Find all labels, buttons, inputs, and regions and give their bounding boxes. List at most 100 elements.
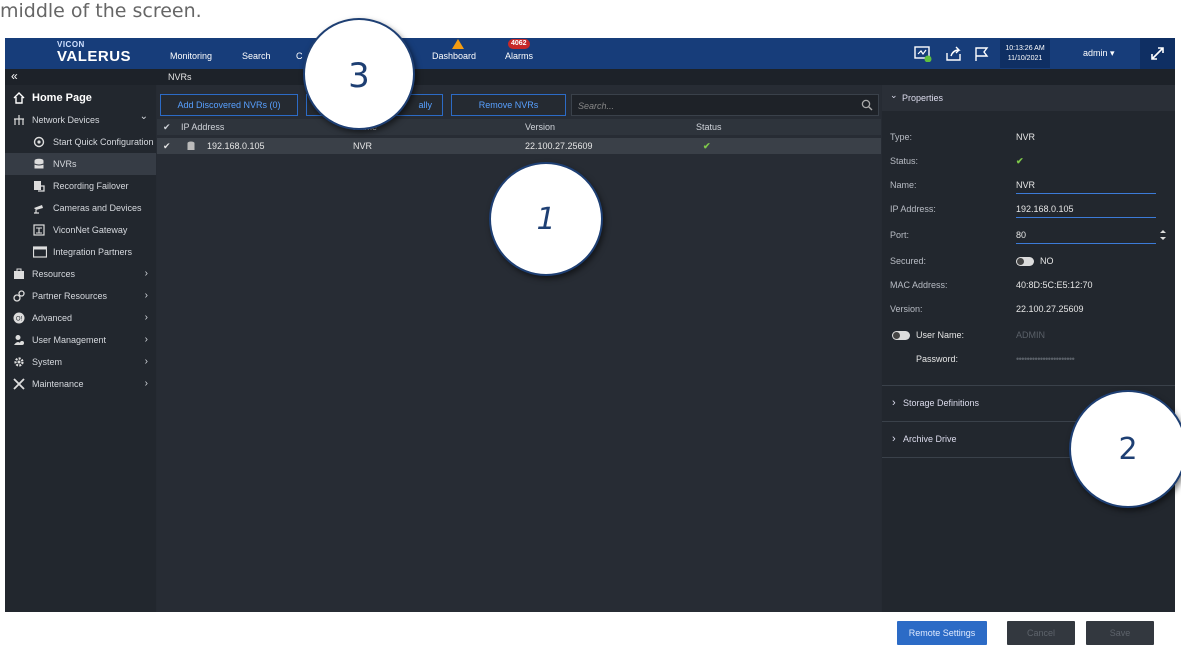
sidebar-item-label: Integration Partners [53, 247, 133, 257]
ip-address-value: 192.168.0.105 [1016, 204, 1074, 214]
property-password: Password: •••••••••••••••••••••• [890, 349, 1160, 369]
properties-panel: ⌄ Properties Type: NVR Status: ✔ Name: N… [882, 85, 1175, 645]
column-version[interactable]: Version [525, 119, 555, 135]
table-row[interactable]: ✔ 192.168.0.105 NVR 22.100.27.25609 ✔ [157, 138, 881, 154]
flag-icon[interactable] [973, 46, 991, 62]
property-version: Version: 22.100.27.25609 [890, 299, 1160, 319]
sidebar-item-viconnet-gateway[interactable]: ViconNet Gateway [5, 219, 156, 241]
chevron-right-icon: › [144, 356, 148, 367]
sidebar-item-system[interactable]: System › [5, 351, 156, 373]
mac-address-value: 40:8D:5C:E5:12:70 [1016, 280, 1093, 290]
type-value: NVR [1016, 132, 1036, 142]
valerus-logo: VICON VALERUS [45, 38, 155, 69]
status-label: Status: [890, 156, 919, 166]
monitor-status-icon[interactable] [914, 46, 932, 62]
save-button[interactable]: Save [1086, 621, 1154, 645]
mac-address-label: MAC Address: [890, 280, 948, 290]
sidebar-item-label: Recording Failover [53, 181, 129, 191]
chevron-right-icon: › [144, 334, 148, 345]
user-name: admin [1083, 48, 1108, 58]
sidebar-item-recording-failover[interactable]: Recording Failover [5, 175, 156, 197]
document-caption: middle of the screen. [0, 0, 202, 22]
add-discovered-nvrs-button[interactable]: Add Discovered NVRs (0) [160, 94, 298, 116]
gateway-icon [33, 224, 45, 236]
name-value: NVR [1016, 180, 1036, 190]
secured-toggle[interactable] [1016, 257, 1034, 266]
nvr-list-panel: Add Discovered NVRs (0) ally Remove NVRs… [157, 85, 881, 612]
chevron-right-icon: › [144, 268, 148, 279]
sidebar-item-integration-partners[interactable]: Integration Partners [5, 241, 156, 263]
sidebar-item-network-devices[interactable]: Network Devices ⌄ [5, 109, 156, 131]
breadcrumb-bar: « NVRs [5, 69, 1175, 85]
version-label: Version: [890, 304, 923, 314]
chevron-right-icon: › [144, 312, 148, 323]
sidebar-item-label: NVRs [53, 159, 77, 169]
property-type: Type: NVR [890, 127, 1160, 147]
sidebar-item-label: Maintenance [32, 379, 84, 389]
select-all-checkbox[interactable]: ✔ [163, 119, 171, 135]
property-secured: Secured: NO [890, 251, 1160, 271]
password-value: •••••••••••••••••••••• [1016, 354, 1075, 364]
nav-dashboard[interactable]: Dashboard [432, 38, 476, 69]
clock-display: 10:13:26 AM 11/10/2021 [1000, 39, 1050, 68]
failover-icon [34, 181, 45, 192]
sidebar-item-label: Resources [32, 269, 76, 279]
port-label: Port: [890, 230, 910, 240]
search-box[interactable] [571, 94, 879, 116]
sidebar: Home Page Network Devices ⌄ Start Quick … [5, 85, 156, 612]
remote-settings-button[interactable]: Remote Settings [897, 621, 987, 645]
sidebar-item-nvrs[interactable]: NVRs [5, 153, 156, 175]
chevron-down-icon: ⌄ [890, 90, 898, 100]
clock-date: 11/10/2021 [1007, 55, 1043, 62]
properties-title: Properties [902, 93, 944, 103]
secured-value: NO [1040, 256, 1054, 266]
name-field[interactable]: NVR [1016, 176, 1156, 194]
port-value: 80 [1016, 230, 1027, 240]
sidebar-item-label: Partner Resources [32, 291, 108, 301]
remove-nvrs-button[interactable]: Remove NVRs [451, 94, 566, 116]
sidebar-item-home-page[interactable]: Home Page [5, 87, 156, 109]
user-name-value: ADMIN [1016, 330, 1045, 340]
sidebar-item-start-quick-configuration[interactable]: Start Quick Configuration [5, 131, 156, 153]
nav-configuration[interactable]: C [296, 38, 303, 69]
tools-icon [13, 378, 25, 390]
property-name: Name: NVR [890, 175, 1160, 195]
nav-monitoring[interactable]: Monitoring [170, 38, 212, 69]
camera-icon [34, 205, 43, 214]
fullscreen-button[interactable] [1140, 38, 1175, 69]
sidebar-item-maintenance[interactable]: Maintenance › [5, 373, 156, 395]
sidebar-item-user-management[interactable]: User Management › [5, 329, 156, 351]
search-icon[interactable] [861, 99, 873, 111]
secured-label: Secured: [890, 256, 927, 266]
properties-header[interactable]: ⌄ Properties [882, 85, 1175, 111]
sidebar-item-resources[interactable]: Resources › [5, 263, 156, 285]
sidebar-item-partner-resources[interactable]: Partner Resources › [5, 285, 156, 307]
callout-1: 1 [489, 162, 603, 276]
ip-address-field[interactable]: 192.168.0.105 [1016, 200, 1156, 218]
sidebar-item-cameras-and-devices[interactable]: Cameras and Devices [5, 197, 156, 219]
status-ok-icon: ✔ [1016, 156, 1024, 166]
user-menu[interactable]: admin ▾ [1083, 38, 1115, 69]
column-status[interactable]: Status [696, 119, 722, 135]
nav-search[interactable]: Search [242, 38, 271, 69]
storage-definitions-label: Storage Definitions [903, 398, 980, 408]
nav-alarms[interactable]: Alarms [505, 38, 533, 69]
property-ip-address: IP Address: 192.168.0.105 [890, 199, 1160, 219]
gear-icon [14, 357, 24, 367]
port-stepper[interactable]: 80 [1016, 226, 1166, 244]
search-input[interactable] [578, 98, 848, 113]
property-mac-address: MAC Address: 40:8D:5C:E5:12:70 [890, 275, 1160, 295]
row-checkbox[interactable]: ✔ [163, 138, 171, 154]
user-name-toggle[interactable] [892, 331, 910, 340]
sidebar-item-advanced[interactable]: O! Advanced › [5, 307, 156, 329]
column-ip-address[interactable]: IP Address [181, 119, 224, 135]
share-icon[interactable] [945, 46, 963, 62]
sidebar-item-label: ViconNet Gateway [53, 225, 128, 235]
breadcrumb: NVRs [168, 72, 192, 82]
expand-icon [1151, 47, 1164, 60]
stepper-arrows-icon[interactable] [1160, 229, 1166, 241]
collapse-sidebar-icon[interactable]: « [11, 70, 18, 82]
sidebar-item-label: User Management [32, 335, 107, 345]
sidebar-item-label: System [32, 357, 63, 367]
cancel-button[interactable]: Cancel [1007, 621, 1075, 645]
